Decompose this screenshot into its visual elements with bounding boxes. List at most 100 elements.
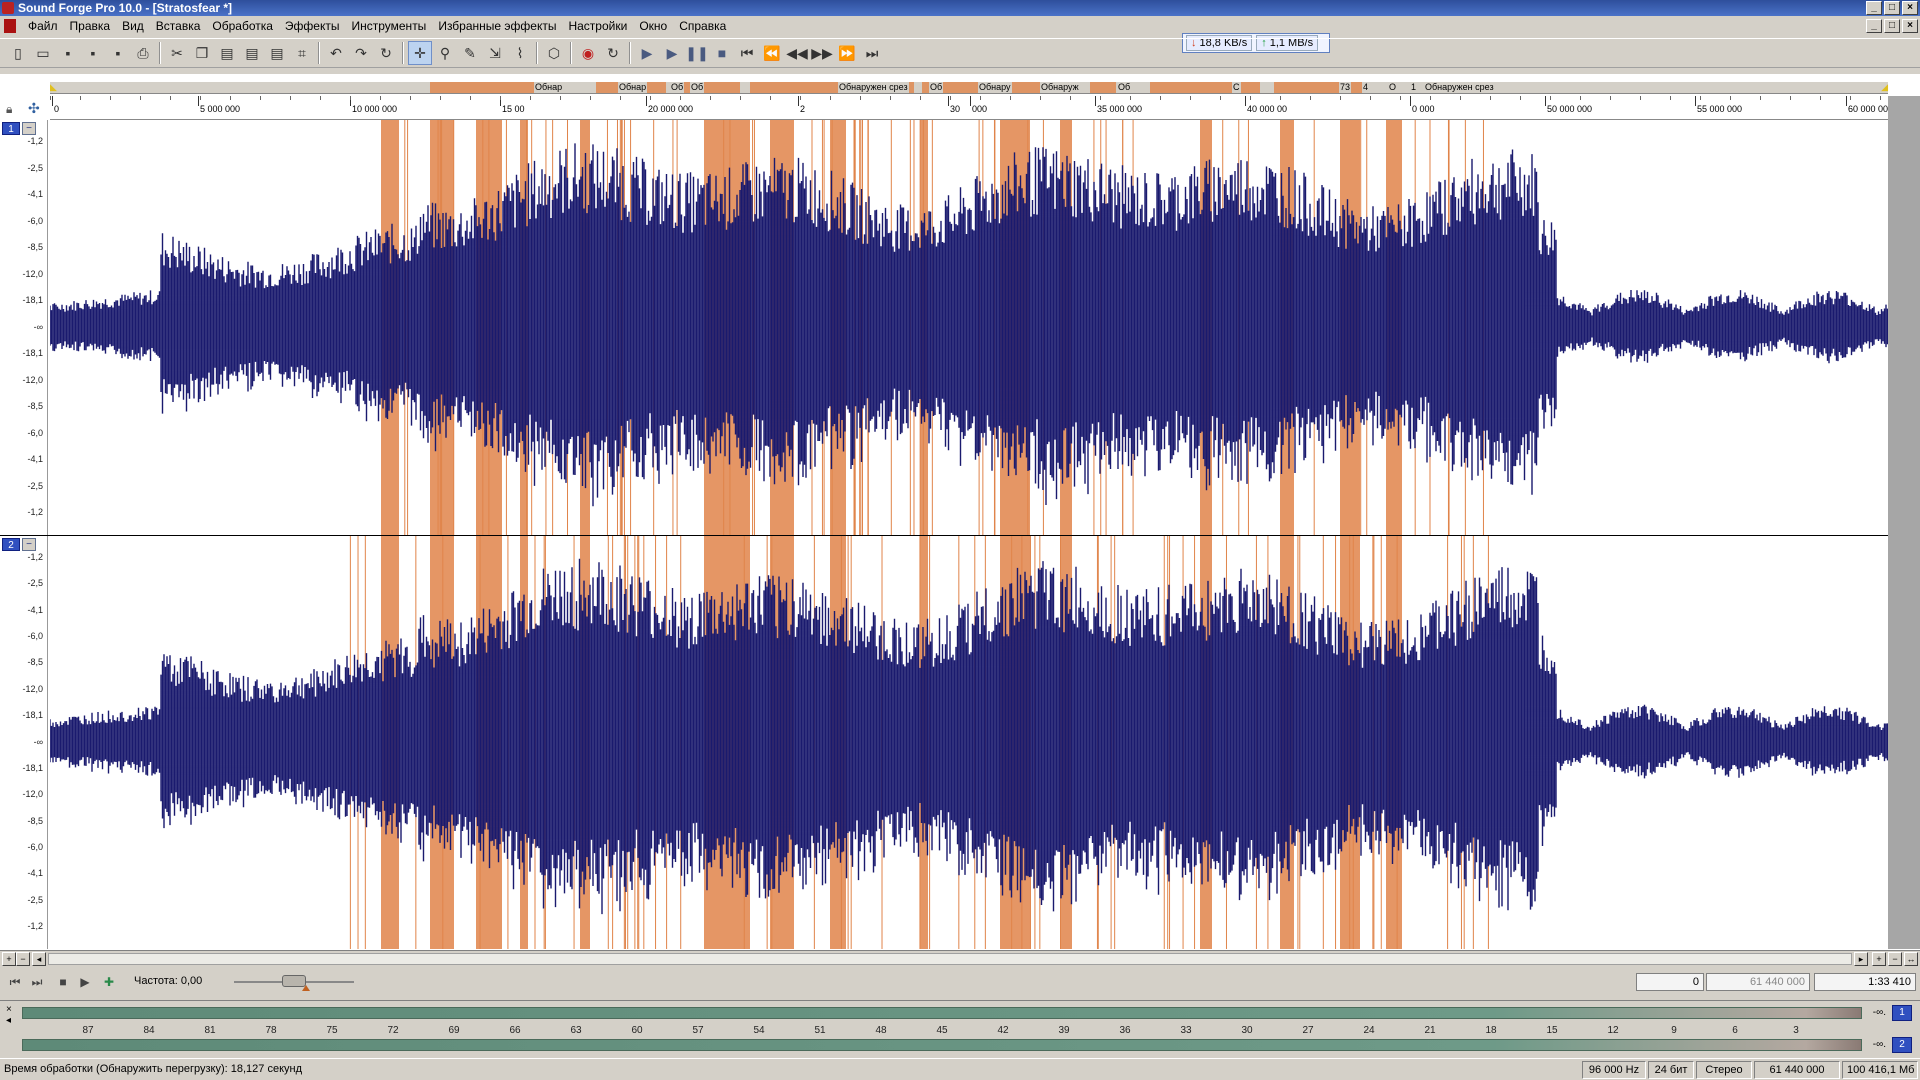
vertical-zoom-strip[interactable] [1888, 96, 1920, 949]
pencil-tool-icon[interactable]: ✎ [458, 41, 482, 65]
go-end-icon[interactable]: ⏭ [860, 41, 884, 65]
marker-label[interactable]: С [1232, 82, 1241, 93]
redo-icon[interactable]: ↷ [349, 41, 373, 65]
playback-rate-slider[interactable] [234, 975, 354, 991]
marker-label[interactable]: Обнаружен срез [1424, 82, 1495, 93]
status-bit-depth[interactable]: 24 бит [1648, 1061, 1694, 1079]
status-channels[interactable]: Стерео [1696, 1061, 1752, 1079]
prev-icon[interactable]: ⏪ [760, 41, 784, 65]
zoom-in-button[interactable]: + [2, 952, 16, 966]
save-icon[interactable]: ▪ [56, 41, 80, 65]
marker-region[interactable] [680, 82, 740, 93]
marker-label[interactable]: Об [929, 82, 944, 93]
zoom-fit-button[interactable]: ↔ [1904, 952, 1918, 966]
rewind-icon[interactable]: ◀◀ [785, 41, 809, 65]
doc-close-button[interactable]: × [1902, 19, 1918, 33]
status-sample-rate[interactable]: 96 000 Hz [1582, 1061, 1646, 1079]
maximize-button[interactable]: □ [1884, 1, 1900, 15]
menu-window[interactable]: Окно [633, 16, 673, 36]
menu-view[interactable]: Вид [116, 16, 150, 36]
scroll-right-button[interactable]: ▸ [1854, 952, 1868, 966]
next-icon[interactable]: ⏩ [835, 41, 859, 65]
new-icon[interactable]: ▯ [6, 41, 30, 65]
print-icon[interactable]: ⎙ [131, 41, 155, 65]
marker-label[interactable]: Об [670, 82, 685, 93]
horizontal-scrollbar[interactable]: + − ◂ ▸ + − ↔ [0, 950, 1920, 966]
marker-label[interactable]: Обнар [618, 82, 648, 93]
record-icon[interactable]: ◉ [576, 41, 600, 65]
channel-2-number[interactable]: 2 [2, 538, 20, 551]
menu-help[interactable]: Справка [673, 16, 732, 36]
channel-2-waveform[interactable] [50, 536, 1888, 949]
vzoom-out-button[interactable]: − [1888, 952, 1902, 966]
marker-label[interactable]: 1 [1410, 82, 1418, 93]
repeat-icon[interactable]: ↻ [374, 41, 398, 65]
scroll-thumb[interactable] [48, 953, 1852, 965]
menu-effects[interactable]: Эффекты [279, 16, 346, 36]
edit-tool-icon[interactable]: ✛ [408, 41, 432, 65]
vzoom-in-button[interactable]: + [1872, 952, 1886, 966]
play-icon[interactable]: ▶ [660, 41, 684, 65]
play-icon[interactable]: ▶ [76, 973, 94, 991]
meter-channel-1-button[interactable]: 1 [1892, 1005, 1912, 1021]
menu-favorites[interactable]: Избранные эффекты [432, 16, 562, 36]
paste-crossfade-icon[interactable]: ▤ [265, 41, 289, 65]
go-end-icon[interactable]: ⏭ [28, 973, 46, 991]
marker-label[interactable]: О [1388, 82, 1398, 93]
marker-bar[interactable]: Обнар Обнар Об Об Обнаружен срез Об Обнару Обна… [50, 82, 1888, 94]
length-field[interactable]: 1:33 410 [1814, 973, 1916, 991]
stop-icon[interactable]: ■ [710, 41, 734, 65]
pause-icon[interactable]: ❚❚ [685, 41, 709, 65]
marker-region[interactable] [646, 82, 666, 93]
snap-to-icon[interactable]: ✣ [28, 100, 40, 117]
menu-options[interactable]: Настройки [562, 16, 633, 36]
trim-icon[interactable]: ⌗ [290, 41, 314, 65]
marker-region[interactable] [1090, 82, 1116, 93]
scroll-left-button[interactable]: ◂ [32, 952, 46, 966]
marker-label[interactable]: Об [1117, 82, 1132, 93]
selection-start-field[interactable]: 0 [1636, 973, 1704, 991]
magnify-tool-icon[interactable]: ⚲ [433, 41, 457, 65]
stop-icon[interactable]: ■ [54, 973, 72, 991]
undo-icon[interactable]: ↶ [324, 41, 348, 65]
snap-icon[interactable]: ⬡ [542, 41, 566, 65]
marker-region[interactable] [750, 82, 840, 93]
marker-label[interactable]: Обнаружен срез [838, 82, 909, 93]
menu-insert[interactable]: Вставка [150, 16, 207, 36]
channel-1-waveform[interactable] [50, 120, 1888, 535]
paste-icon[interactable]: ▤ [215, 41, 239, 65]
go-start-icon[interactable]: ⏮ [6, 973, 24, 991]
paste-mix-icon[interactable]: ▤ [240, 41, 264, 65]
zoom-out-button[interactable]: − [16, 952, 30, 966]
copy-icon[interactable]: ❐ [190, 41, 214, 65]
cut-icon[interactable]: ✂ [165, 41, 189, 65]
minimize-button[interactable]: _ [1866, 1, 1882, 15]
forward-icon[interactable]: ▶▶ [810, 41, 834, 65]
document-icon[interactable] [4, 19, 16, 33]
marker-region[interactable] [1150, 82, 1260, 93]
channel-1-collapse-button[interactable]: − [22, 122, 36, 135]
save-as-icon[interactable]: ▪ [81, 41, 105, 65]
close-button[interactable]: × [1902, 1, 1918, 15]
menu-tools[interactable]: Инструменты [345, 16, 432, 36]
selection-end-field[interactable]: 61 440 000 [1706, 973, 1810, 991]
open-icon[interactable]: ▭ [31, 41, 55, 65]
menu-edit[interactable]: Правка [64, 16, 117, 36]
event-tool-icon[interactable]: ⇲ [483, 41, 507, 65]
play-all-icon[interactable]: ▶ [635, 41, 659, 65]
render-icon[interactable]: ▪ [106, 41, 130, 65]
marker-label[interactable]: 4 [1362, 82, 1370, 93]
doc-minimize-button[interactable]: _ [1866, 19, 1882, 33]
envelope-tool-icon[interactable]: ⌇ [508, 41, 532, 65]
loop-icon[interactable]: ↻ [601, 41, 625, 65]
lock-icon[interactable]: 🔒︎ [6, 102, 12, 117]
meter-channel-2-button[interactable]: 2 [1892, 1037, 1912, 1053]
marker-label[interactable]: Обнар [534, 82, 564, 93]
add-marker-icon[interactable]: ✚ [100, 973, 118, 991]
menu-process[interactable]: Обработка [206, 16, 279, 36]
marker-label[interactable]: Об [690, 82, 705, 93]
go-start-icon[interactable]: ⏮ [735, 41, 759, 65]
marker-label[interactable]: Обнару [978, 82, 1012, 93]
marker-label[interactable]: 73 [1339, 82, 1352, 93]
menu-file[interactable]: Файл [22, 16, 64, 36]
